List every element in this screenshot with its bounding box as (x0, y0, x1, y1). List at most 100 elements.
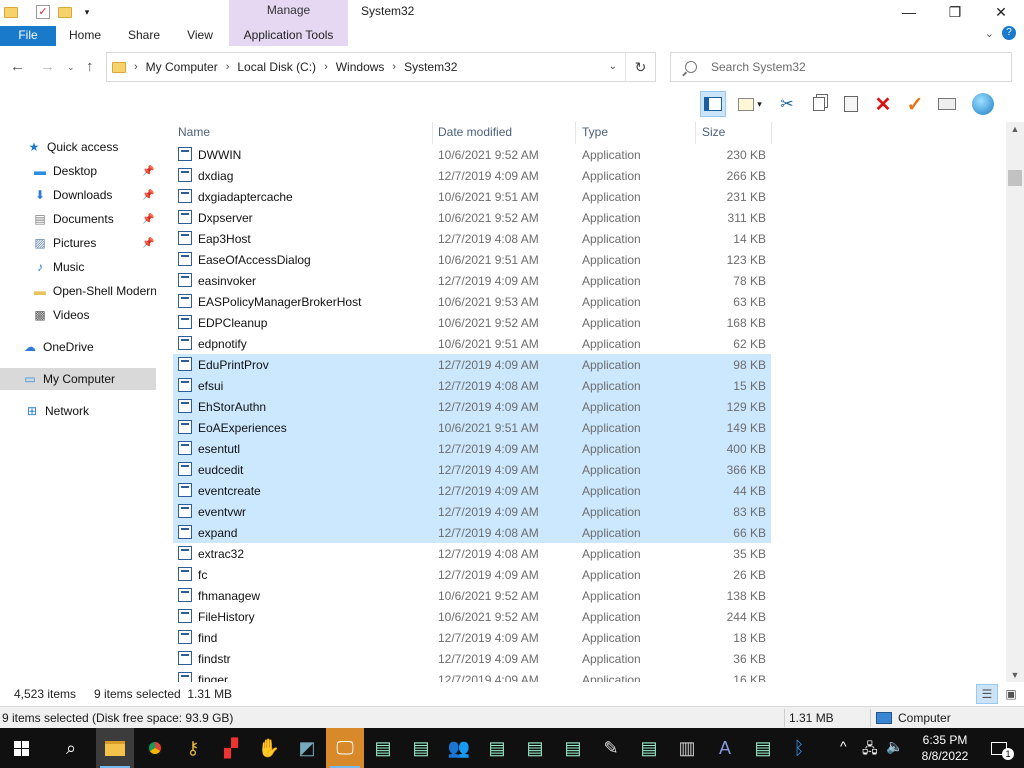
table-row[interactable]: eventvwr 12/7/2019 4:09 AM Application 83 K… (173, 501, 771, 522)
sidebar-item-quick-access[interactable]: ★ Quick access (0, 136, 156, 158)
breadcrumb-local-disk[interactable]: Local Disk (C:) (237, 60, 316, 74)
table-row[interactable]: dxgiadaptercache 10/6/2021 9:51 AM Applica… (173, 186, 771, 207)
minimize-button[interactable]: — (886, 0, 932, 24)
views-dropdown-icon[interactable]: ▾ (732, 91, 768, 117)
tab-view[interactable]: View (180, 26, 220, 46)
back-arrow-icon[interactable]: ← (10, 58, 25, 75)
sidebar-item-open-shell-modern[interactable]: ▬ Open-Shell Modern (0, 280, 156, 302)
close-button[interactable]: ✕ (978, 0, 1024, 24)
customize-toolbar-icon[interactable]: ▾ (78, 3, 96, 21)
globe-icon[interactable] (970, 91, 996, 117)
table-row[interactable]: edpnotify 10/6/2021 9:51 AM Application 62 … (173, 333, 771, 354)
tab-application-tools[interactable]: Application Tools (229, 26, 348, 46)
table-row[interactable]: fhmanagew 10/6/2021 9:52 AM Application 138… (173, 585, 771, 606)
column-header-date[interactable]: Date modified (433, 122, 575, 142)
window-app-icon[interactable]: ▤ (364, 728, 402, 768)
monitor-icon[interactable]: 🖵 (326, 728, 364, 768)
table-row[interactable]: DWWIN 10/6/2021 9:52 AM Application 230 KB (173, 144, 771, 165)
keys-icon[interactable]: ✋ (250, 728, 288, 768)
copy-icon[interactable] (806, 91, 832, 117)
table-row[interactable]: EASPolicyManagerBrokerHost 10/6/2021 9:53… (173, 291, 771, 312)
scroll-up-icon[interactable]: ▲ (1006, 124, 1024, 134)
expand-ribbon-icon[interactable]: ⌄ (985, 27, 994, 40)
window-app-icon[interactable]: ▤ (744, 728, 782, 768)
column-header-name[interactable]: Name (173, 122, 433, 142)
key-icon[interactable]: ⚷ (174, 728, 212, 768)
file-explorer-icon[interactable] (96, 728, 134, 768)
checkmark-icon[interactable]: ✓ (902, 91, 928, 117)
chrome-icon[interactable] (136, 728, 174, 768)
search-box[interactable]: Search System32 (670, 52, 1012, 82)
scroll-thumb[interactable] (1008, 170, 1022, 186)
edit-icon[interactable]: ✎ (592, 728, 630, 768)
new-folder-icon[interactable] (56, 3, 74, 21)
paste-icon[interactable] (838, 91, 864, 117)
clock[interactable]: 6:35 PM 8/8/2022 (912, 732, 978, 764)
help-button[interactable]: ? (1002, 26, 1016, 40)
app-icon[interactable]: ▞ (212, 728, 250, 768)
breadcrumb-windows[interactable]: Windows (336, 60, 385, 74)
table-row[interactable]: easinvoker 12/7/2019 4:09 AM Application 78… (173, 270, 771, 291)
table-row[interactable]: eventcreate 12/7/2019 4:09 AM Application 4… (173, 480, 771, 501)
table-row[interactable]: EaseOfAccessDialog 10/6/2021 9:51 AM Appli… (173, 249, 771, 270)
sidebar-item-videos[interactable]: ▩ Videos (0, 304, 156, 326)
navigation-pane-icon[interactable] (700, 91, 726, 117)
recent-locations-icon[interactable]: ⌄ (67, 62, 75, 73)
address-bar[interactable]: › My Computer › Local Disk (C:) › Window… (106, 52, 656, 82)
large-icons-view-icon[interactable]: ▣ (1000, 684, 1022, 704)
bluetooth-icon[interactable]: ᛒ (780, 728, 818, 768)
users-icon[interactable]: 👥 (440, 728, 478, 768)
table-row[interactable]: findstr 12/7/2019 4:09 AM Application 36 KB (173, 648, 771, 669)
column-header-type[interactable]: Type (577, 122, 697, 142)
delete-icon[interactable]: ✕ (870, 91, 896, 117)
details-view-icon[interactable]: ☰ (976, 684, 998, 704)
cut-icon[interactable]: ✂ (774, 91, 800, 117)
pin-icon[interactable]: 📌 (142, 190, 154, 201)
chevron-right-icon[interactable]: › (226, 61, 230, 73)
sidebar-item-onedrive[interactable]: ☁ OneDrive (0, 336, 156, 358)
window-app-icon[interactable]: ▤ (554, 728, 592, 768)
column-divider[interactable] (771, 122, 772, 144)
chevron-down-icon[interactable]: ⌄ (609, 61, 617, 72)
sidebar-item-documents[interactable]: ▤ Documents 📌 (0, 208, 156, 230)
volume-icon[interactable]: 🔈 (886, 738, 903, 755)
sidebar-item-pictures[interactable]: ▨ Pictures 📌 (0, 232, 156, 254)
properties-icon[interactable]: ✓ (34, 3, 52, 21)
refresh-icon[interactable]: ↻ (625, 53, 655, 81)
tab-share[interactable]: Share (122, 26, 166, 46)
column-divider[interactable] (695, 122, 696, 144)
breadcrumb-system32[interactable]: System32 (404, 60, 457, 74)
table-row[interactable]: Eap3Host 12/7/2019 4:08 AM Application 14 K… (173, 228, 771, 249)
table-row[interactable]: EduPrintProv 12/7/2019 4:09 AM Application… (173, 354, 771, 375)
sidebar-item-desktop[interactable]: ▬ Desktop 📌 (0, 160, 156, 182)
window-app-icon[interactable]: ▤ (516, 728, 554, 768)
table-row[interactable]: extrac32 12/7/2019 4:08 AM Application 35 K… (173, 543, 771, 564)
scroll-down-icon[interactable]: ▼ (1006, 670, 1024, 680)
character-map-icon[interactable]: A (706, 728, 744, 768)
window-app-icon[interactable]: ▤ (478, 728, 516, 768)
maximize-button[interactable]: ❐ (932, 0, 978, 24)
search-icon[interactable]: ⌕ (52, 728, 90, 768)
table-row[interactable]: FileHistory 10/6/2021 9:52 AM Application 2… (173, 606, 771, 627)
chevron-right-icon[interactable]: › (324, 61, 328, 73)
sidebar-item-music[interactable]: ♪ Music (0, 256, 156, 278)
action-center-icon[interactable]: 1 (980, 728, 1018, 768)
folder-icon[interactable] (2, 3, 20, 21)
properties-icon[interactable] (934, 91, 960, 117)
table-row[interactable]: eudcedit 12/7/2019 4:09 AM Application 366 … (173, 459, 771, 480)
table-row[interactable]: efsui 12/7/2019 4:08 AM Application 15 KB (173, 375, 771, 396)
table-row[interactable]: EhStorAuthn 12/7/2019 4:09 AM Application 1… (173, 396, 771, 417)
start-button[interactable] (2, 728, 40, 768)
table-row[interactable]: dxdiag 12/7/2019 4:09 AM Application 266 KB (173, 165, 771, 186)
up-arrow-icon[interactable]: ↑ (86, 58, 94, 75)
server-icon[interactable]: ▥ (668, 728, 706, 768)
table-row[interactable]: expand 12/7/2019 4:08 AM Application 66 KB (173, 522, 771, 543)
table-row[interactable]: Dxpserver 10/6/2021 9:52 AM Application 311… (173, 207, 771, 228)
table-row[interactable]: EoAExperiences 10/6/2021 9:51 AM Applicati… (173, 417, 771, 438)
pin-icon[interactable]: 📌 (142, 214, 154, 225)
sidebar-item-my-computer[interactable]: ▭ My Computer (0, 368, 156, 390)
table-row[interactable]: EDPCleanup 10/6/2021 9:52 AM Application 16… (173, 312, 771, 333)
network-icon[interactable]: 🖧 (862, 738, 878, 762)
people-icon[interactable]: ◩ (288, 728, 326, 768)
breadcrumb-my-computer[interactable]: My Computer (146, 60, 218, 74)
